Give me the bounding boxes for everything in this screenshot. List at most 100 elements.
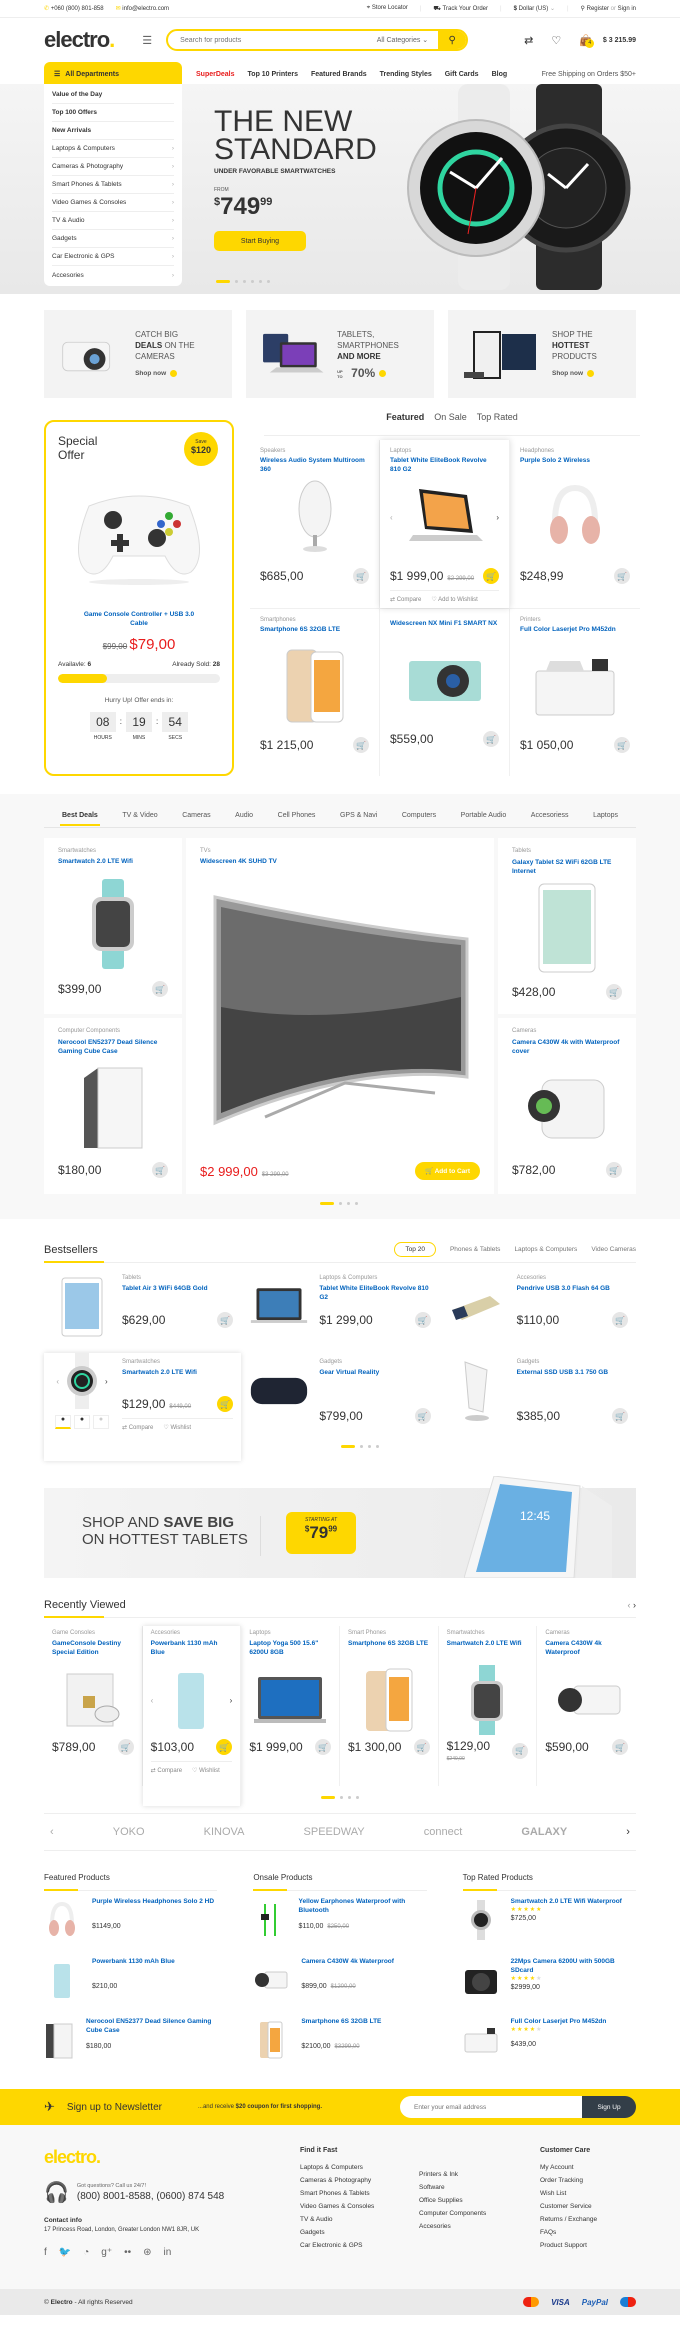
tab-audio[interactable]: Audio: [235, 812, 253, 819]
product-card[interactable]: Printers Full Color Laserjet Pro M452dn …: [510, 608, 640, 776]
product-card[interactable]: Widescreen NX Mini F1 SMART NX $559,00 🛒: [380, 608, 510, 776]
start-buying-button[interactable]: Start Buying: [214, 231, 306, 251]
nav-trending-styles[interactable]: Trending Styles: [380, 71, 432, 78]
hamburger-menu-icon[interactable]: ☰: [142, 34, 152, 47]
chevron-left-icon[interactable]: ‹: [390, 513, 393, 522]
product-name[interactable]: Smartwatch 2.0 LTE Wifi: [447, 1639, 529, 1659]
footer-link[interactable]: Software: [419, 2184, 486, 2197]
cart-button[interactable]: 👜 4 $ 3 215.99: [579, 34, 636, 48]
list-item[interactable]: Camera C430W 4k Waterproof $899,00 $1200,0…: [253, 1957, 426, 2011]
slide-dot[interactable]: [341, 1445, 355, 1448]
add-to-cart-button[interactable]: 🛒: [611, 1408, 628, 1424]
brand-logo-kinova[interactable]: KINOVA: [204, 1826, 245, 1838]
product-name[interactable]: Tablet White EliteBook Revolve 810 G2: [319, 1284, 430, 1312]
footer-link[interactable]: Laptops & Computers: [300, 2164, 374, 2177]
list-item[interactable]: Powerbank 1130 mAh Blue $210,00: [44, 1957, 217, 2011]
deal-card[interactable]: Tablets Galaxy Tablet S2 WiFi 62GB LTE I…: [498, 838, 636, 1014]
store-locator-link[interactable]: ⌖ Store Locator: [367, 5, 408, 12]
add-to-cart-button[interactable]: 🛒: [611, 1739, 628, 1755]
footer-link[interactable]: Car Electronic & GPS: [300, 2242, 374, 2255]
shop-now-link[interactable]: Shop now: [135, 368, 220, 379]
logo[interactable]: electro.: [44, 27, 115, 53]
footer-link[interactable]: My Account: [540, 2164, 597, 2177]
slide-dot[interactable]: [321, 1796, 335, 1799]
add-to-cart-button[interactable]: 🛒: [606, 1162, 622, 1178]
slide-dot[interactable]: [360, 1445, 363, 1448]
search-input[interactable]: [168, 36, 367, 44]
tab-cameras[interactable]: Cameras: [182, 812, 210, 819]
product-card[interactable]: Speakers Wireless Audio System Multiroom…: [250, 440, 380, 608]
footer-link[interactable]: Smart Phones & Tablets: [300, 2190, 374, 2203]
email-contact[interactable]: ✉ info@electro.com: [116, 5, 169, 12]
add-to-cart-button[interactable]: 🛒: [353, 737, 369, 753]
add-to-cart-button[interactable]: 🛒: [414, 1408, 431, 1424]
register-link[interactable]: Register: [587, 6, 609, 12]
dept-item[interactable]: Top 100 Offers: [52, 104, 174, 122]
dept-item[interactable]: Laptops & Computers ›: [52, 140, 174, 158]
slide-dot[interactable]: [267, 280, 270, 283]
product-name[interactable]: Camera C430W 4k with Waterproof cover: [512, 1038, 622, 1056]
footer-link[interactable]: Wish List: [540, 2190, 597, 2203]
thumbnail[interactable]: ●: [55, 1415, 71, 1429]
product-card[interactable]: Cameras Camera C430W 4k Waterproof $590,00…: [537, 1626, 636, 1786]
list-item[interactable]: Smartwatch 2.0 LTE Wifi Waterproof ★★★★★ $…: [463, 1897, 636, 1951]
product-name[interactable]: Laptop Yoga 500 15.6" 6200U 8GB: [249, 1639, 331, 1659]
product-name[interactable]: Smartphone 6S 32GB LTE: [348, 1639, 430, 1659]
nav-gift-cards[interactable]: Gift Cards: [445, 71, 479, 78]
slide-dot[interactable]: [340, 1796, 343, 1799]
slide-dot[interactable]: [235, 280, 238, 283]
product-name[interactable]: Tablet White EliteBook Revolve 810 G2: [390, 456, 499, 476]
nav-superdeals[interactable]: SuperDeals: [196, 71, 235, 78]
compare-button[interactable]: ⇄ Compare: [122, 1424, 153, 1431]
footer-link[interactable]: Returns / Exchange: [540, 2216, 597, 2229]
add-to-cart-button[interactable]: 🛒: [314, 1739, 331, 1755]
deal-card[interactable]: Smartwatches Smartwatch 2.0 LTE Wifi $39…: [44, 838, 182, 1014]
product-card[interactable]: Smartwatches Smartwatch 2.0 LTE Wifi $129,…: [439, 1626, 538, 1786]
nav-blog[interactable]: Blog: [492, 71, 508, 78]
tab-tv-video[interactable]: TV & Video: [122, 812, 157, 819]
slide-dot[interactable]: [259, 280, 262, 283]
facebook-icon[interactable]: f: [44, 2247, 47, 2258]
tablets-banner[interactable]: SHOP AND SAVE BIG ON HOTTEST TABLETS STAR…: [44, 1476, 636, 1578]
product-name[interactable]: Smartphone 6S 32GB LTE: [260, 625, 369, 645]
list-item[interactable]: 22Mps Camera 6200U with 500GB SDcard ★★★★…: [463, 1957, 636, 2011]
all-departments-button[interactable]: ☰ All Departments: [44, 62, 182, 86]
add-to-cart-button[interactable]: 🛒: [152, 1162, 168, 1178]
rss-icon[interactable]: ◔: [83, 2247, 89, 2258]
promo-banner-tablets[interactable]: TABLETS, SMARTPHONES AND MORE UP TO 70%: [246, 310, 434, 398]
product-card[interactable]: Tablets Tablet Air 3 WiFi 64GB Gold $629,0…: [44, 1269, 241, 1353]
slide-dot[interactable]: [355, 1202, 358, 1205]
product-card[interactable]: Gadgets Gear Virtual Reality $799,00 🛒: [241, 1353, 438, 1437]
dept-item[interactable]: Car Electronic & GPS ›: [52, 248, 174, 266]
product-card[interactable]: Accesories Powerbank 1130 mAh Blue ‹ › $103,…: [143, 1626, 242, 1806]
product-card[interactable]: ‹ › ● ● ● Smartwatches Smartwatch 2.0 LTE Wi…: [44, 1353, 242, 1461]
wishlist-button[interactable]: ♡ Add to Wishlist: [431, 596, 477, 603]
tab-gps-navi[interactable]: GPS & Navi: [340, 812, 377, 819]
slide-dot[interactable]: [320, 1202, 334, 1205]
special-offer-card[interactable]: Special Offer Save $120 Game Console Contr…: [44, 420, 234, 776]
product-card[interactable]: Gadgets External SSD USB 3.1 750 GB $385,0…: [439, 1353, 636, 1437]
thumbnail[interactable]: ●: [93, 1415, 109, 1429]
add-to-cart-button[interactable]: 🛒: [216, 1739, 233, 1755]
chevron-left-icon[interactable]: ‹: [50, 1826, 54, 1838]
add-to-cart-button[interactable]: 🛒: [606, 984, 622, 1000]
nav-featured-brands[interactable]: Featured Brands: [311, 71, 367, 78]
promo-banner-cameras[interactable]: CATCH BIG DEALS ON THE CAMERAS Shop now: [44, 310, 232, 398]
add-to-cart-button[interactable]: 🛒: [152, 981, 168, 997]
chevron-right-icon[interactable]: ›: [230, 1696, 233, 1705]
slide-dot[interactable]: [347, 1202, 350, 1205]
add-to-cart-button[interactable]: 🛒 Add to Cart: [414, 1162, 480, 1180]
sign-up-button[interactable]: Sign Up: [582, 2096, 636, 2118]
list-item[interactable]: Smartphone 6S 32GB LTE $2100,00 $3299,00: [253, 2017, 426, 2071]
footer-link[interactable]: FAQs: [540, 2229, 597, 2242]
deal-card[interactable]: Cameras Camera C430W 4k with Waterproof …: [498, 1018, 636, 1194]
add-to-cart-button[interactable]: 🛒: [483, 731, 499, 747]
compare-button[interactable]: ⇄ Compare: [151, 1767, 182, 1774]
product-card[interactable]: Smartphones Smartphone 6S 32GB LTE $1 21…: [250, 608, 380, 776]
tab-portable-audio[interactable]: Portable Audio: [461, 812, 507, 819]
promo-banner-hottest[interactable]: SHOP THE HOTTEST PRODUCTS Shop now: [448, 310, 636, 398]
brand-logo-connect[interactable]: connect: [424, 1826, 463, 1838]
list-item[interactable]: Nerocool EN52377 Dead Silence Gaming Cub…: [44, 2017, 217, 2071]
footer-link[interactable]: Customer Service: [540, 2203, 597, 2216]
product-name[interactable]: Wireless Audio System Multiroom 360: [260, 456, 369, 476]
